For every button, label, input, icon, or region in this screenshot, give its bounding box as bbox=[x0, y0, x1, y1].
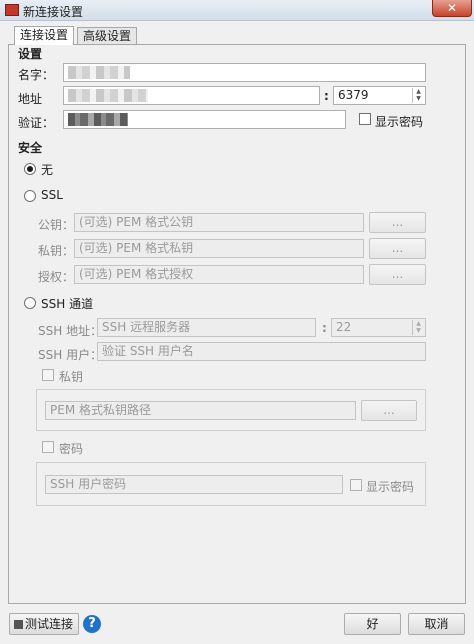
settings-heading: 设置 bbox=[18, 47, 43, 61]
ssh-user-placeholder: 验证 SSH 用户名 bbox=[102, 344, 194, 358]
auth-input[interactable] bbox=[63, 110, 346, 129]
security-none-radio[interactable] bbox=[24, 163, 36, 175]
security-none-label: 无 bbox=[41, 163, 54, 177]
window-title: 新连接设置 bbox=[23, 5, 84, 19]
plug-icon bbox=[14, 620, 23, 629]
public-key-input[interactable]: (可选) PEM 格式公钥 bbox=[74, 213, 364, 232]
ssh-user-input[interactable]: 验证 SSH 用户名 bbox=[97, 342, 426, 361]
port-separator: : bbox=[324, 89, 329, 103]
port-spinner[interactable]: ▲ ▼ bbox=[412, 88, 424, 103]
show-password-checkbox[interactable] bbox=[359, 113, 371, 125]
private-key-label: 私钥： bbox=[38, 244, 75, 258]
tab-connection[interactable]: 连接设置 bbox=[14, 26, 75, 45]
ssh-private-key-label: 私钥 bbox=[59, 370, 84, 384]
name-label: 名字： bbox=[18, 68, 55, 82]
spin-down-icon[interactable]: ▼ bbox=[413, 95, 424, 102]
ssh-password-checkbox[interactable] bbox=[42, 441, 54, 453]
security-ssl-radio[interactable] bbox=[24, 190, 36, 202]
redacted-name bbox=[68, 66, 130, 79]
ssh-show-password-label: 显示密码 bbox=[366, 480, 415, 494]
address-input[interactable] bbox=[63, 86, 320, 105]
authority-input[interactable]: (可选) PEM 格式授权 bbox=[74, 265, 364, 284]
private-key-placeholder: (可选) PEM 格式私钥 bbox=[79, 241, 194, 255]
spin-up-icon[interactable]: ▲ bbox=[413, 88, 424, 95]
ssh-address-label: SSH 地址： bbox=[38, 324, 103, 338]
private-key-input[interactable]: (可选) PEM 格式私钥 bbox=[74, 239, 364, 258]
ssh-password-input[interactable]: SSH 用户密码 bbox=[45, 475, 343, 494]
redacted-address bbox=[68, 89, 148, 102]
ssh-port-separator: : bbox=[322, 321, 327, 335]
ssh-show-password-checkbox[interactable] bbox=[350, 479, 362, 491]
public-key-browse-button[interactable]: ... bbox=[369, 212, 426, 233]
help-icon[interactable]: ? bbox=[83, 615, 101, 633]
ssh-port-input[interactable]: 22 ▲ ▼ bbox=[331, 318, 426, 337]
ssh-private-key-input[interactable]: PEM 格式私钥路径 bbox=[45, 401, 356, 420]
ssh-address-placeholder: SSH 远程服务器 bbox=[102, 320, 191, 334]
authority-browse-button[interactable]: ... bbox=[369, 264, 426, 285]
security-ssl-label: SSL bbox=[41, 188, 63, 202]
spin-up-icon[interactable]: ▲ bbox=[413, 320, 424, 327]
ssh-private-key-placeholder: PEM 格式私钥路径 bbox=[50, 403, 151, 417]
security-ssh-radio[interactable] bbox=[24, 297, 36, 309]
name-input[interactable] bbox=[63, 63, 426, 82]
ssh-password-label: 密码 bbox=[59, 442, 84, 456]
ok-button[interactable]: 好 bbox=[344, 613, 401, 635]
close-button[interactable]: ✕ bbox=[432, 0, 472, 17]
port-input[interactable]: 6379 ▲ ▼ bbox=[333, 86, 426, 105]
ssh-private-key-browse-button[interactable]: ... bbox=[361, 400, 417, 421]
tab-advanced[interactable]: 高级设置 bbox=[77, 27, 138, 44]
ssh-password-placeholder: SSH 用户密码 bbox=[50, 477, 127, 491]
auth-label: 验证： bbox=[18, 116, 55, 130]
security-heading: 安全 bbox=[18, 141, 43, 155]
private-key-browse-button[interactable]: ... bbox=[369, 238, 426, 259]
cancel-button[interactable]: 取消 bbox=[408, 613, 465, 635]
ssh-port-spinner[interactable]: ▲ ▼ bbox=[412, 320, 424, 335]
test-connection-button[interactable]: 测试连接 bbox=[9, 613, 79, 635]
authority-label: 授权： bbox=[38, 270, 75, 284]
public-key-placeholder: (可选) PEM 格式公钥 bbox=[79, 215, 194, 229]
ssh-private-key-checkbox[interactable] bbox=[42, 369, 54, 381]
port-value: 6379 bbox=[338, 88, 369, 102]
close-icon: ✕ bbox=[446, 1, 458, 15]
test-connection-label: 测试连接 bbox=[25, 617, 74, 631]
redacted-password bbox=[68, 113, 128, 126]
ssh-address-input[interactable]: SSH 远程服务器 bbox=[97, 318, 316, 337]
authority-placeholder: (可选) PEM 格式授权 bbox=[79, 267, 194, 281]
show-password-label: 显示密码 bbox=[375, 115, 424, 129]
address-label: 地址 bbox=[18, 92, 43, 106]
ssh-port-value: 22 bbox=[336, 320, 352, 334]
spin-down-icon[interactable]: ▼ bbox=[413, 327, 424, 334]
ssh-user-label: SSH 用户： bbox=[38, 348, 103, 362]
public-key-label: 公钥： bbox=[38, 218, 75, 232]
app-icon bbox=[5, 4, 19, 16]
security-ssh-label: SSH 通道 bbox=[41, 297, 94, 311]
